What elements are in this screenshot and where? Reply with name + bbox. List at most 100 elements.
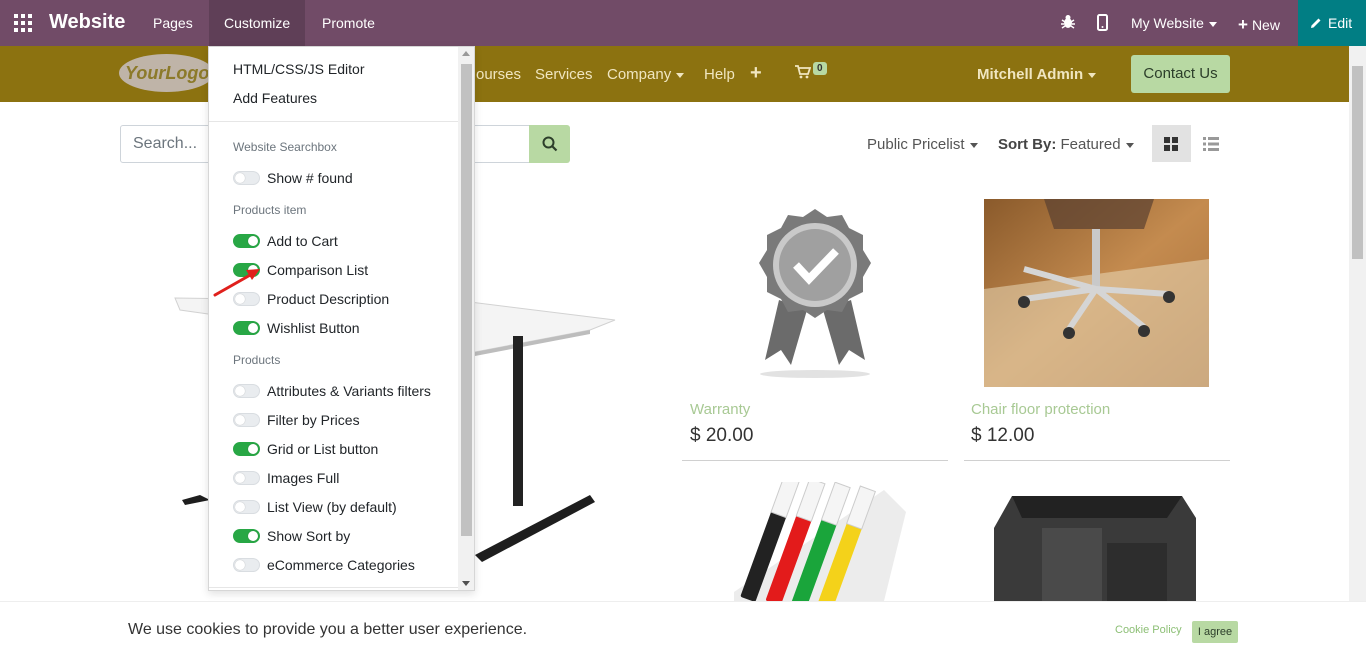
app-title: Website (49, 11, 126, 33)
markers-product-image[interactable] (734, 482, 909, 601)
apps-menu-icon[interactable] (14, 14, 32, 32)
site-logo[interactable]: YourLogo (119, 54, 214, 92)
pricelist-dropdown[interactable]: Public Pricelist (867, 136, 978, 153)
toggle-switch-off[interactable] (233, 471, 260, 485)
new-button[interactable]: + New (1238, 15, 1280, 35)
cookie-agree-button[interactable]: I agree (1192, 621, 1238, 643)
option-label: List View (by default) (267, 499, 397, 515)
dropdown-divider (209, 121, 459, 122)
option-label: Attributes & Variants filters (267, 383, 431, 399)
nav-services[interactable]: Services (535, 66, 593, 83)
edit-button[interactable]: Edit (1298, 0, 1366, 46)
menu-pages[interactable]: Pages (138, 0, 208, 46)
dropdown-scrollbar[interactable] (458, 47, 474, 590)
search-icon (542, 136, 558, 152)
nav-courses[interactable]: ourses (476, 66, 521, 83)
dropdown-scrollbar-thumb[interactable] (461, 64, 472, 536)
toggle-switch-off[interactable] (233, 558, 260, 572)
option-show-sort-by[interactable]: Show Sort by (233, 527, 350, 545)
cart-icon[interactable] (795, 65, 811, 79)
section-header-products-item: Products item (233, 203, 307, 217)
toggle-switch-on[interactable] (233, 529, 260, 543)
dropdown-divider (209, 587, 459, 588)
list-icon (1203, 137, 1219, 151)
toggle-switch-off[interactable] (233, 384, 260, 398)
user-name: Mitchell Admin (977, 66, 1084, 83)
user-menu[interactable]: Mitchell Admin (977, 66, 1097, 83)
scroll-down-arrow-icon[interactable] (462, 581, 470, 586)
search-button[interactable] (529, 125, 570, 163)
option-label: Filter by Prices (267, 412, 360, 428)
option-attributes-variants-filters[interactable]: Attributes & Variants filters (233, 382, 431, 400)
toggle-switch-off[interactable] (233, 171, 260, 185)
option-list-view-default[interactable]: List View (by default) (233, 498, 397, 516)
mobile-preview-icon[interactable] (1097, 14, 1108, 31)
html-css-js-editor-item[interactable]: HTML/CSS/JS Editor (233, 61, 364, 77)
grid-icon (1164, 137, 1178, 151)
nav-help[interactable]: Help (704, 66, 735, 83)
chair-mat-product-image[interactable] (984, 199, 1209, 387)
menu-promote[interactable]: Promote (307, 0, 390, 46)
chevron-down-icon (1088, 72, 1097, 78)
product-name-chair-floor-protection[interactable]: Chair floor protection (971, 401, 1110, 418)
section-header-products: Products (233, 353, 281, 367)
chevron-down-icon (1125, 142, 1134, 148)
toggle-switch-on[interactable] (233, 234, 260, 248)
bug-icon[interactable] (1061, 14, 1075, 30)
option-grid-or-list-button[interactable]: Grid or List button (233, 440, 378, 458)
option-images-full[interactable]: Images Full (233, 469, 339, 487)
product-price-chair-floor-protection: $ 12.00 (971, 425, 1035, 446)
nav-company-label: Company (607, 66, 672, 83)
grid-view-button[interactable] (1152, 125, 1191, 162)
list-view-button[interactable] (1192, 125, 1231, 162)
toggle-switch-on[interactable] (233, 442, 260, 456)
product-card-divider (682, 460, 948, 461)
new-label: New (1251, 17, 1280, 33)
product-price-warranty: $ 20.00 (690, 425, 754, 446)
option-label: Show # found (267, 170, 353, 186)
add-features-item[interactable]: Add Features (233, 90, 317, 106)
cart-count-badge: 0 (813, 62, 827, 75)
option-label: Add to Cart (267, 233, 338, 249)
option-filter-by-prices[interactable]: Filter by Prices (233, 411, 360, 429)
organizer-product-image[interactable] (992, 488, 1197, 601)
page-scrollbar[interactable] (1349, 46, 1366, 601)
option-label: Images Full (267, 470, 340, 486)
page-scrollbar-thumb[interactable] (1352, 66, 1363, 259)
option-label: eCommerce Categories (267, 557, 415, 573)
cookie-policy-link[interactable]: Cookie Policy (1115, 624, 1182, 636)
option-ecommerce-categories[interactable]: eCommerce Categories (233, 556, 415, 574)
sort-by-dropdown[interactable]: Sort By: Featured (998, 136, 1134, 153)
sort-by-label: Sort By: (998, 136, 1057, 153)
toggle-switch-off[interactable] (233, 500, 260, 514)
chevron-down-icon (676, 72, 685, 78)
my-website-dropdown[interactable]: My Website (1131, 15, 1217, 31)
chevron-down-icon (969, 142, 978, 148)
toggle-switch-off[interactable] (233, 413, 260, 427)
scroll-up-arrow-icon[interactable] (462, 51, 470, 56)
warranty-product-image[interactable] (751, 205, 879, 380)
admin-topbar: Website Pages Customize Promote My Websi… (0, 0, 1366, 46)
option-label: Wishlist Button (267, 320, 360, 336)
add-menu-item-icon[interactable]: + (750, 62, 762, 85)
site-header: YourLogo ourses Services Company Help + … (0, 46, 1349, 102)
cookie-banner: We use cookies to provide you a better u… (0, 601, 1366, 657)
chevron-down-icon (1208, 21, 1217, 27)
option-show-found[interactable]: Show # found (233, 169, 353, 187)
option-wishlist-button[interactable]: Wishlist Button (233, 319, 360, 337)
pencil-icon (1311, 18, 1321, 28)
nav-company[interactable]: Company (607, 66, 685, 83)
toggle-switch-on[interactable] (233, 321, 260, 335)
menu-customize[interactable]: Customize (209, 0, 306, 46)
annotation-arrow-icon (213, 269, 260, 297)
contact-us-button[interactable]: Contact Us (1131, 55, 1230, 93)
my-website-label: My Website (1131, 15, 1204, 31)
option-add-to-cart[interactable]: Add to Cart (233, 232, 338, 250)
option-label: Show Sort by (267, 528, 351, 544)
option-label: Grid or List button (267, 441, 379, 457)
product-name-warranty[interactable]: Warranty (690, 401, 750, 418)
plus-icon: + (1238, 15, 1248, 34)
edit-label: Edit (1328, 15, 1353, 31)
product-card-divider (964, 460, 1230, 461)
logo-text: YourLogo (125, 63, 210, 83)
